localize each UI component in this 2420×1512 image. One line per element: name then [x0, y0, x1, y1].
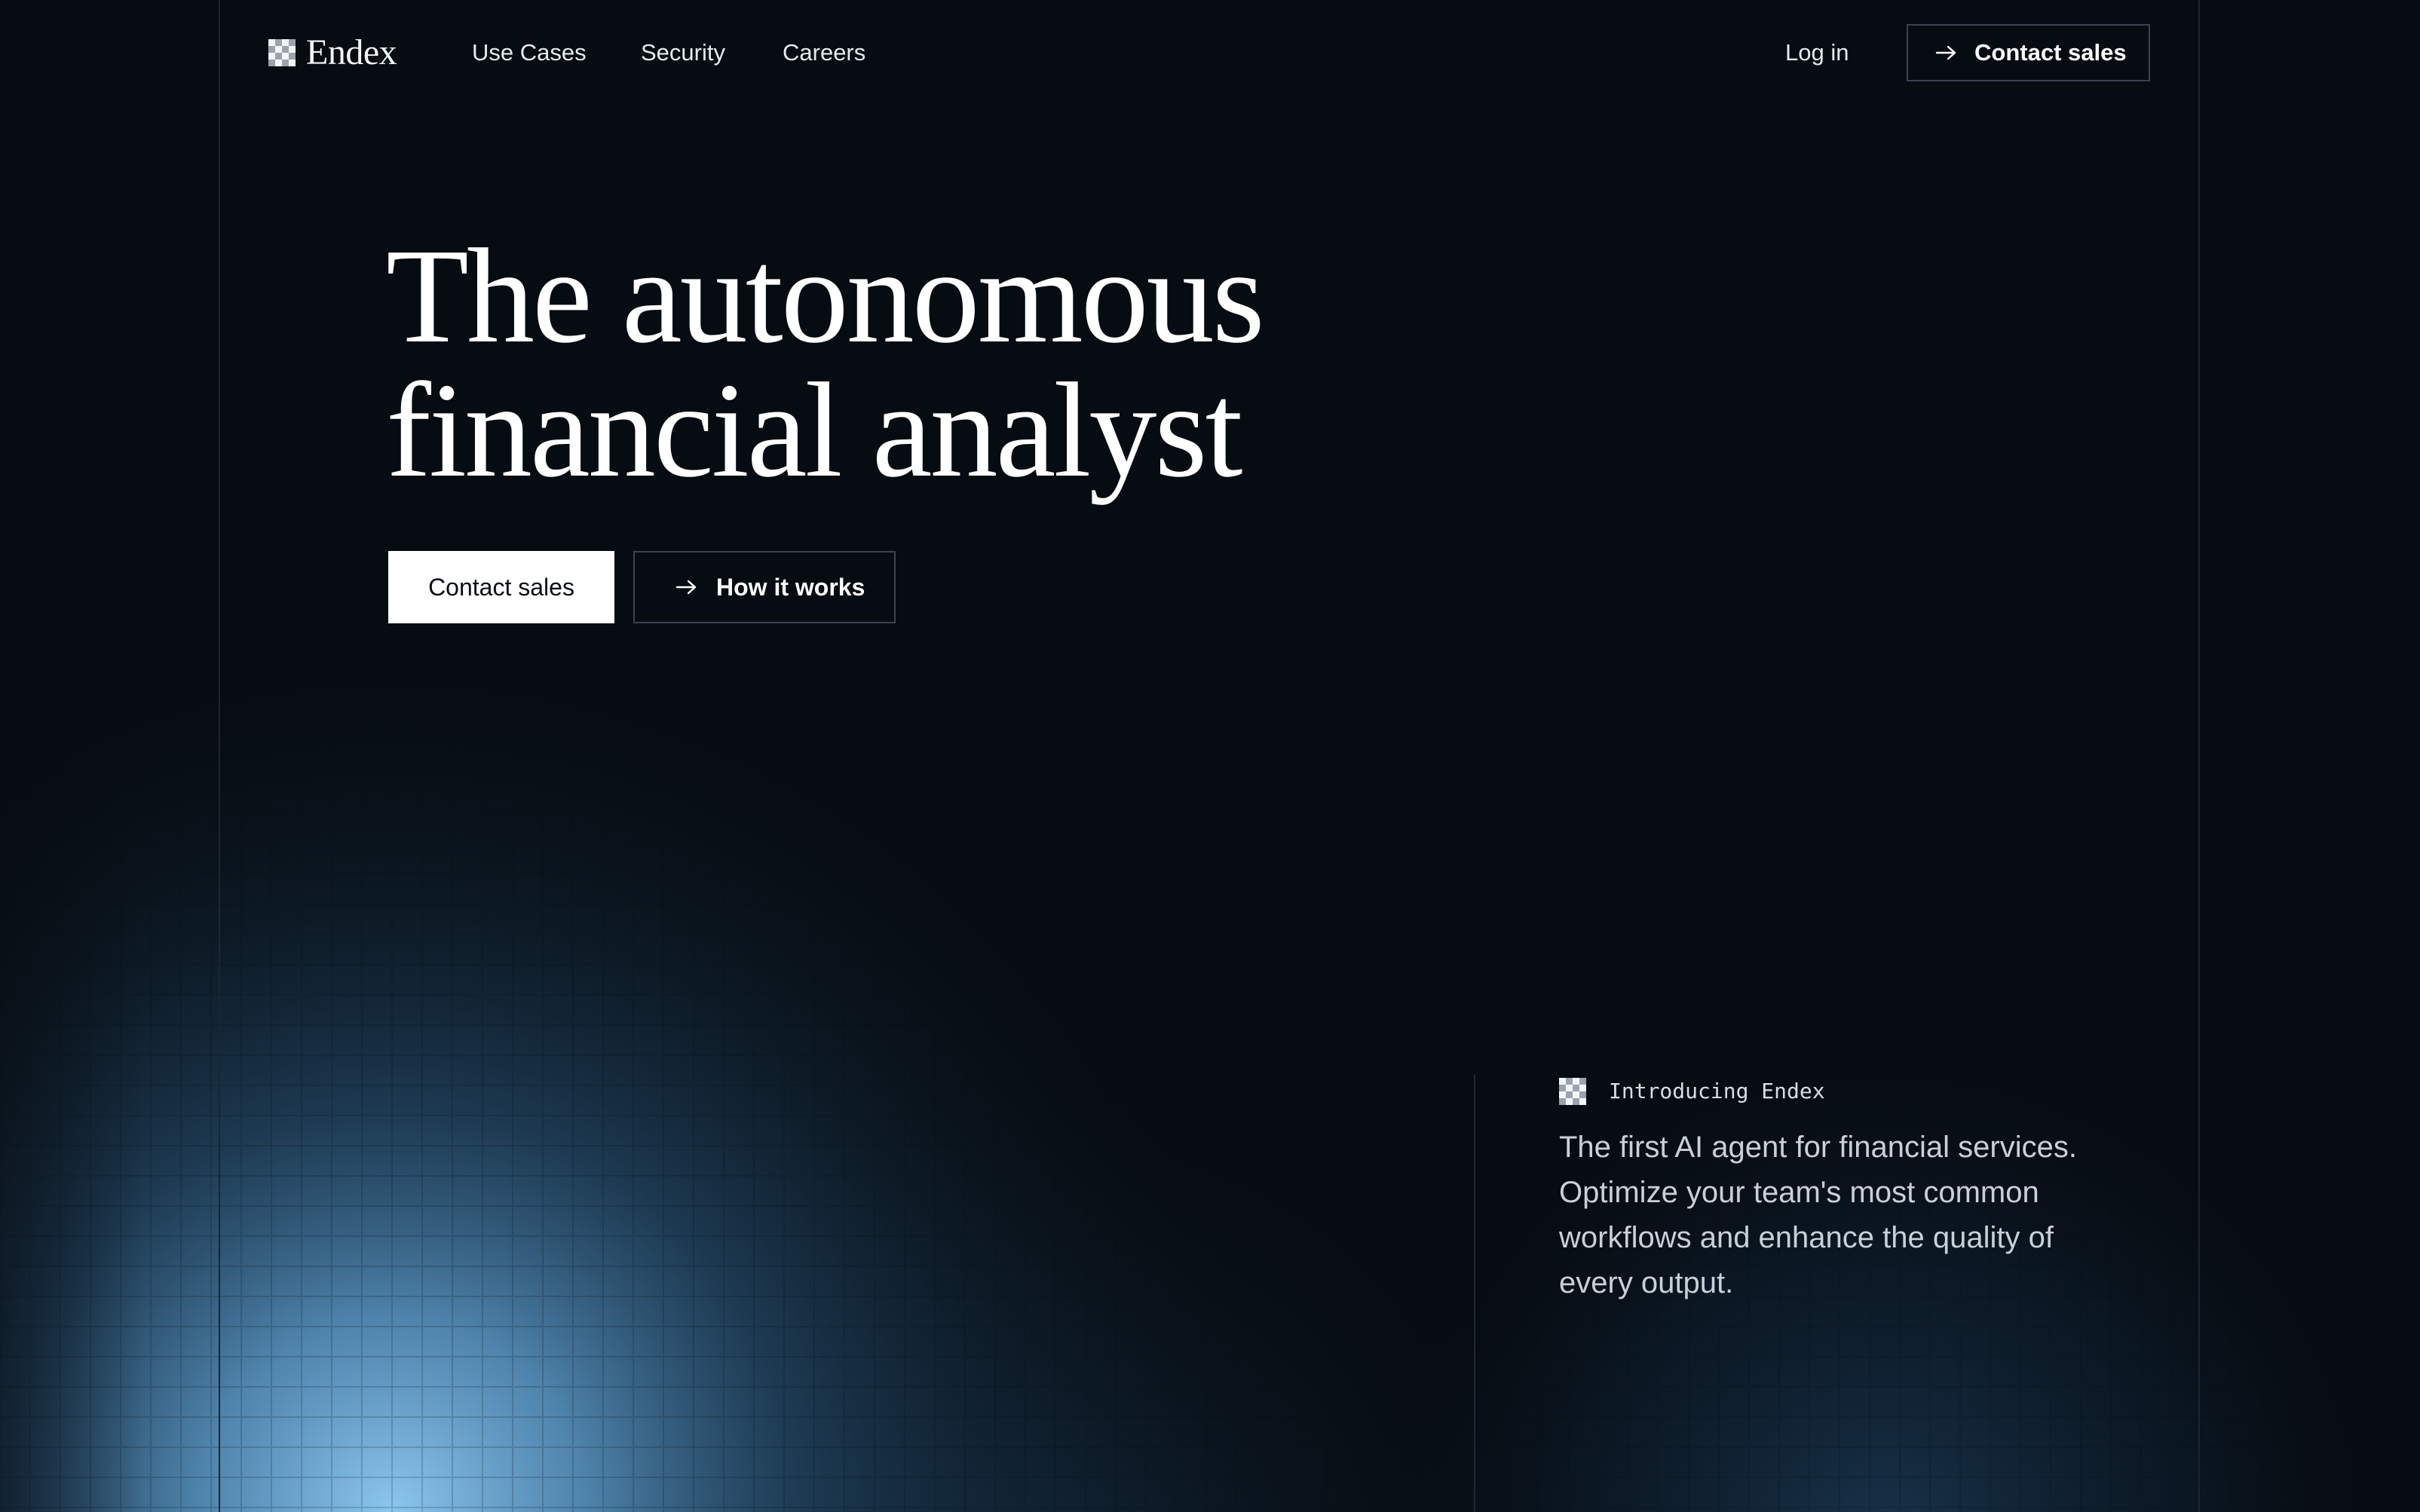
hero-title-line-2: financial analyst [386, 355, 1243, 505]
top-navigation: Endex Use Cases Security Careers Log in … [0, 0, 2420, 106]
guide-line-left [219, 0, 220, 1512]
login-link[interactable]: Log in [1785, 38, 1849, 68]
checker-logo-icon [1559, 1078, 1586, 1105]
how-it-works-button[interactable]: How it works [633, 551, 896, 623]
hero-contact-sales-button[interactable]: Contact sales [388, 551, 614, 623]
brand-name: Endex [306, 32, 397, 72]
hero-title: The autonomous financial analyst [386, 221, 1265, 505]
intro-label: Introducing Endex [1609, 1079, 1825, 1103]
nav-link-security[interactable]: Security [641, 38, 725, 68]
nav-contact-sales-label: Contact sales [1974, 39, 2127, 66]
guide-line-right [2198, 0, 2200, 1512]
arrow-right-icon [1935, 45, 1956, 60]
nav-contact-sales-button[interactable]: Contact sales [1907, 24, 2150, 81]
brand-logo[interactable]: Endex [268, 35, 397, 71]
intro-divider [1474, 1075, 1475, 1512]
intro-section: Introducing Endex The first AI agent for… [1559, 1076, 2132, 1336]
intro-description: The first AI agent for financial service… [1559, 1131, 2077, 1299]
intro-heading: Introducing Endex [1559, 1076, 2132, 1106]
arrow-right-icon [675, 580, 697, 595]
how-it-works-label: How it works [716, 573, 865, 601]
nav-link-use-cases[interactable]: Use Cases [472, 38, 587, 68]
checker-logo-icon [268, 39, 296, 66]
nav-link-careers[interactable]: Careers [783, 38, 865, 68]
hero-title-line-1: The autonomous [386, 221, 1265, 371]
